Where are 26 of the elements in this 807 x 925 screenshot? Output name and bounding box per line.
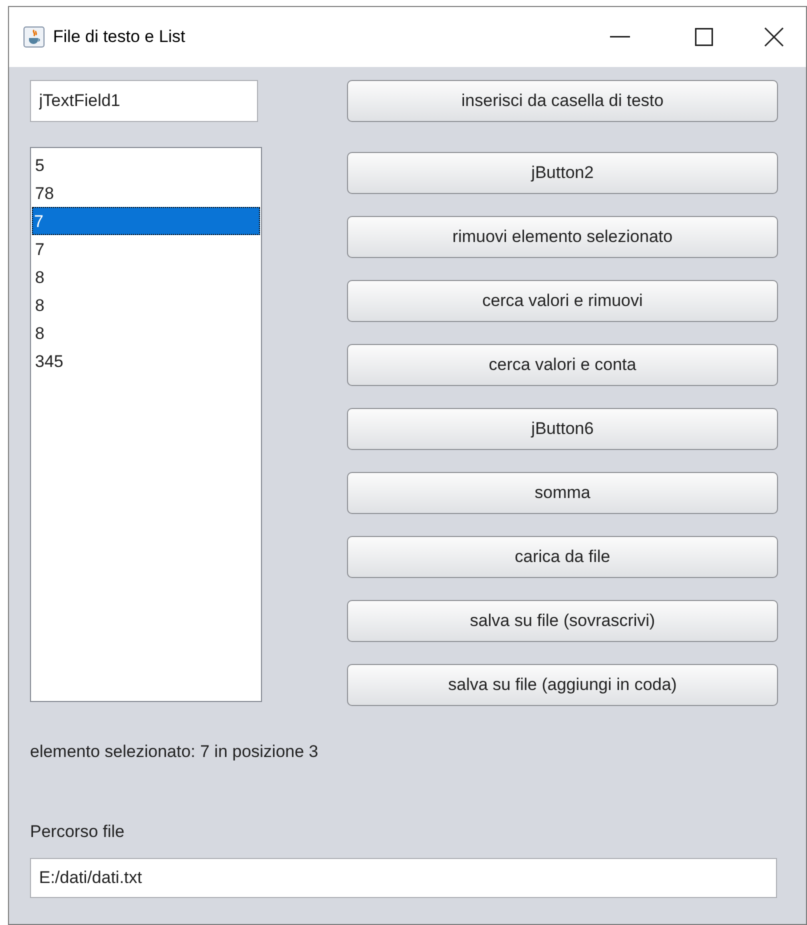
action-button[interactable]: inserisci da casella di testo (347, 80, 778, 122)
path-field[interactable]: E:/dati/dati.txt (30, 858, 777, 898)
list-item[interactable]: 8 (32, 263, 260, 291)
action-button[interactable]: cerca valori e rimuovi (347, 280, 778, 322)
list-item[interactable]: 8 (32, 291, 260, 319)
minimize-icon (610, 36, 630, 38)
action-button[interactable]: rimuovi elemento selezionato (347, 216, 778, 258)
close-icon (764, 27, 784, 47)
java-cup-icon (23, 26, 45, 48)
action-button[interactable]: jButton2 (347, 152, 778, 194)
action-button[interactable]: cerca valori e conta (347, 344, 778, 386)
action-button[interactable]: somma (347, 472, 778, 514)
selection-label: elemento selezionato: 7 in posizione 3 (30, 741, 320, 763)
action-button[interactable]: carica da file (347, 536, 778, 578)
path-label: Percorso file (30, 821, 126, 843)
list-item[interactable]: 78 (32, 179, 260, 207)
action-button[interactable]: jButton6 (347, 408, 778, 450)
list-item[interactable]: 5 (32, 151, 260, 179)
list-item[interactable]: 345 (32, 347, 260, 375)
action-button[interactable]: salva su file (aggiungi in coda) (347, 664, 778, 706)
list-item[interactable]: 7 (32, 235, 260, 263)
window-title: File di testo e List (53, 26, 186, 48)
action-button[interactable]: salva su file (sovrascrivi) (347, 600, 778, 642)
list-item[interactable]: 8 (32, 319, 260, 347)
list-item[interactable]: 7 (32, 207, 260, 235)
maximize-icon (695, 28, 713, 46)
